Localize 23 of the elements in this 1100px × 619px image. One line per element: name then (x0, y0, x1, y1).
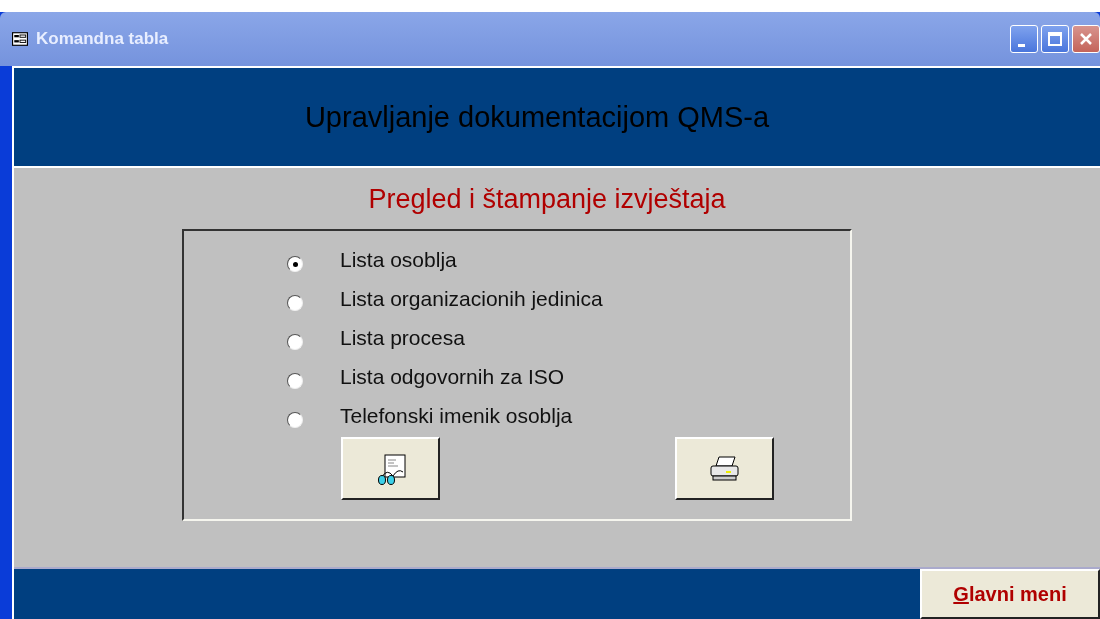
preview-button[interactable] (341, 437, 440, 500)
radio-button[interactable] (287, 256, 303, 272)
close-button[interactable] (1072, 25, 1100, 53)
radio-button[interactable] (287, 295, 303, 311)
form-header-title: Upravljanje dokumentacijom QMS-a (304, 100, 770, 134)
section-title: Pregled i štampanje izvještaja (368, 184, 726, 215)
option-label[interactable]: Lista osoblja (340, 248, 457, 272)
maximize-button[interactable] (1041, 25, 1069, 53)
minimize-button[interactable] (1010, 25, 1038, 53)
option-label[interactable]: Lista organizacionih jedinica (340, 287, 603, 311)
form-icon (12, 32, 28, 46)
printer-icon (707, 453, 742, 484)
option-label[interactable]: Lista odgovornih za ISO (340, 365, 565, 389)
radio-button[interactable] (287, 334, 303, 350)
window-title: Komandna tabla (36, 29, 169, 49)
minimize-icon (1017, 43, 1025, 47)
radio-button[interactable] (287, 412, 303, 428)
maximize-icon (1045, 29, 1065, 49)
radio-button[interactable] (287, 373, 303, 389)
print-button[interactable] (675, 437, 774, 500)
option-label[interactable]: Telefonski imenik osoblja (340, 404, 573, 428)
main-menu-button[interactable]: Glavni meni (920, 569, 1100, 619)
option-label[interactable]: Lista procesa (340, 326, 465, 350)
